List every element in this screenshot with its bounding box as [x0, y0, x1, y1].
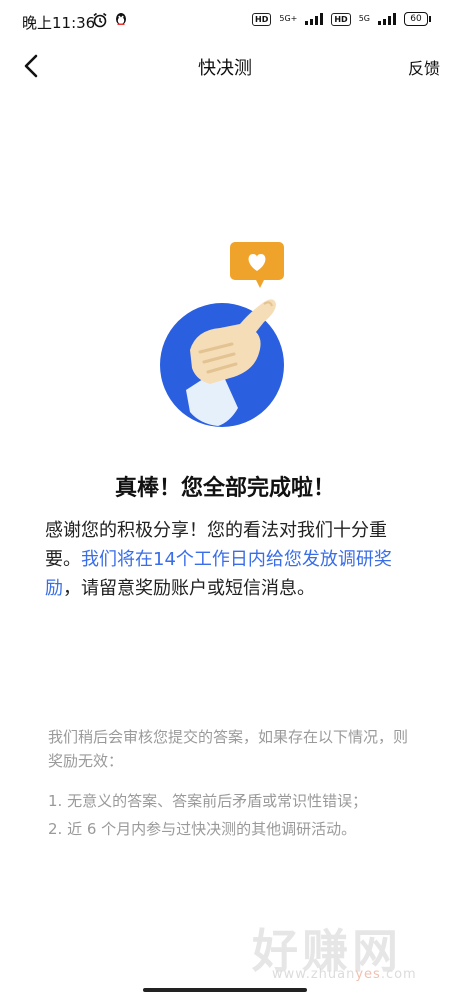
- qq-penguin-icon: [116, 13, 126, 25]
- battery-icon: 60: [404, 12, 431, 26]
- status-bar: 晚上11:36 HD 5G+ HD 5G 60: [0, 0, 450, 44]
- home-indicator[interactable]: [143, 988, 307, 992]
- thank-you-message: 感谢您的积极分享！您的看法对我们十分重要。我们将在14个工作日内给您发放调研奖励…: [45, 516, 415, 603]
- status-time: 晚上11:36: [22, 14, 96, 32]
- network-type-1: 5G+: [279, 14, 298, 23]
- success-heading: 真棒！您全部完成啦！: [114, 476, 335, 501]
- feedback-button[interactable]: 反馈: [408, 55, 440, 79]
- status-left-icons: [92, 12, 128, 28]
- nav-bar: 快决测 反馈: [0, 44, 450, 88]
- watermark-url-accent: yes: [355, 967, 381, 982]
- signal-strength-icon-1: [305, 13, 324, 25]
- list-item: 2. 近 6 个月内参与过快决测的其他调研活动。: [48, 820, 357, 838]
- review-notice: 我们稍后会审核您提交的答案，如果存在以下情况，则奖励无效：: [48, 728, 409, 770]
- watermark-url-suffix: .com: [380, 967, 417, 982]
- finger-heart-illustration: [160, 242, 284, 427]
- alarm-icon: [93, 12, 107, 28]
- signal-strength-icon-2: [378, 13, 396, 25]
- site-watermark: 好赚网 www.zhuanyes.com: [230, 915, 430, 985]
- message-end: ，请留意奖励账户或短信消息。: [63, 578, 315, 599]
- heart-bubble-icon: [230, 242, 284, 288]
- hd-badge-2: HD: [331, 12, 351, 26]
- network-type-2: 5G: [358, 14, 370, 23]
- watermark-url-prefix: www.zhuan: [272, 967, 356, 982]
- hd-badge-1: HD: [252, 12, 272, 26]
- watermark-url: www.zhuanyes.com: [272, 967, 417, 982]
- status-right-icons: HD 5G+ HD 5G 60: [252, 12, 431, 26]
- list-item: 1. 无意义的答案、答案前后矛盾或常识性错误；: [48, 792, 368, 810]
- invalid-conditions-list: 1. 无意义的答案、答案前后矛盾或常识性错误； 2. 近 6 个月内参与过快决测…: [48, 787, 428, 843]
- page-title: 快决测: [198, 58, 252, 79]
